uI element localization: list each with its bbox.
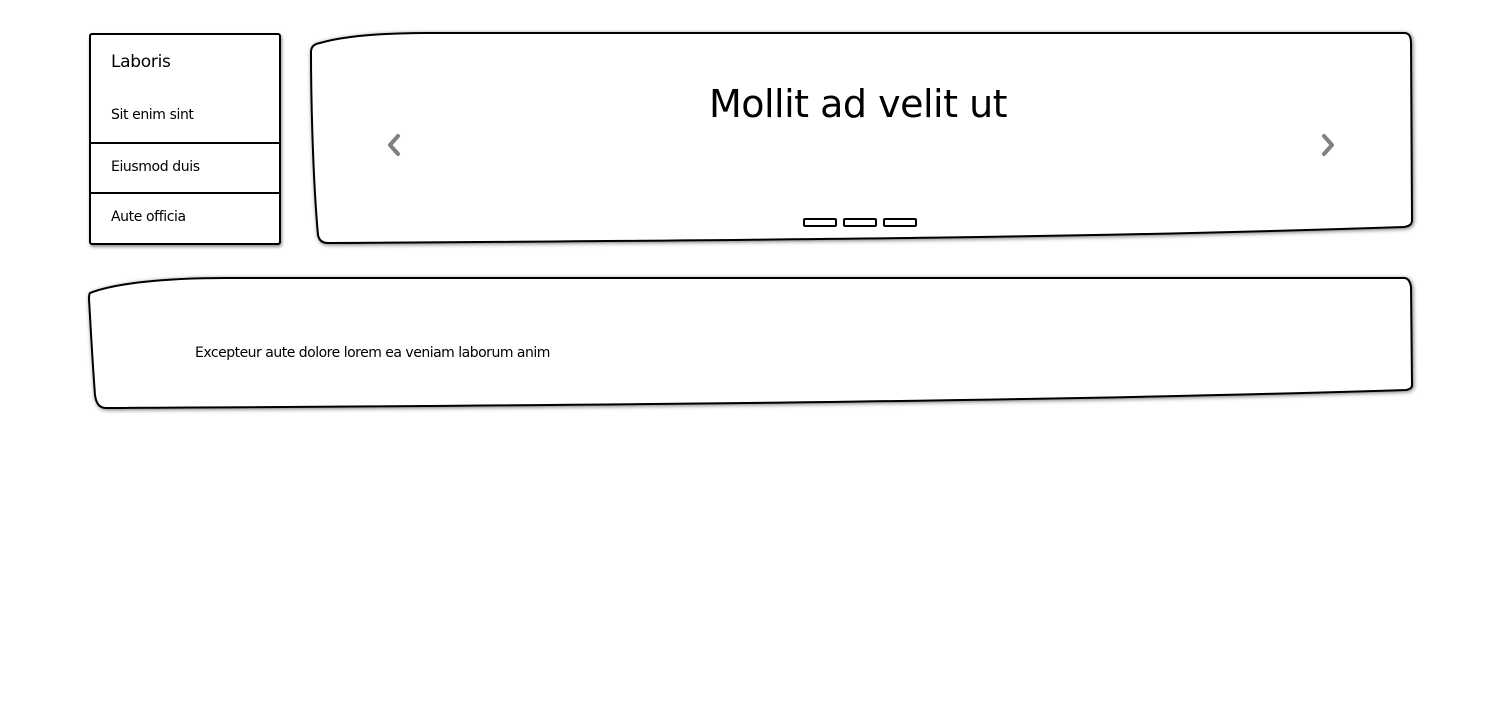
chevron-right-icon[interactable]: [1314, 130, 1344, 160]
panel-frame: [87, 277, 1414, 410]
sidebar-title: Laboris: [111, 52, 171, 72]
carousel-indicator-1[interactable]: [803, 218, 837, 227]
carousel-indicators: [803, 218, 917, 228]
carousel-slide-title: Mollit ad velit ut: [708, 82, 1008, 126]
carousel-indicator-3[interactable]: [883, 218, 917, 227]
sidebar-item-sit-enim-sint[interactable]: Sit enim sint: [91, 92, 279, 142]
sidebar-item-label: Eiusmod duis: [111, 159, 200, 175]
sidebar-nav: Laboris Sit enim sint Eiusmod duis Aute …: [89, 33, 281, 245]
sidebar-item-eiusmod-duis[interactable]: Eiusmod duis: [91, 142, 279, 194]
sidebar-item-label: Aute officia: [111, 209, 186, 225]
content-panel: Excepteur aute dolore lorem ea veniam la…: [86, 275, 1416, 411]
carousel-indicator-2[interactable]: [843, 218, 877, 227]
carousel-frame: [309, 32, 1414, 245]
sidebar-item-aute-officia[interactable]: Aute officia: [91, 192, 279, 243]
carousel: Mollit ad velit ut: [308, 30, 1416, 248]
chevron-left-icon[interactable]: [380, 130, 410, 160]
sidebar-item-label: Sit enim sint: [111, 107, 194, 123]
panel-text: Excepteur aute dolore lorem ea veniam la…: [195, 345, 550, 361]
